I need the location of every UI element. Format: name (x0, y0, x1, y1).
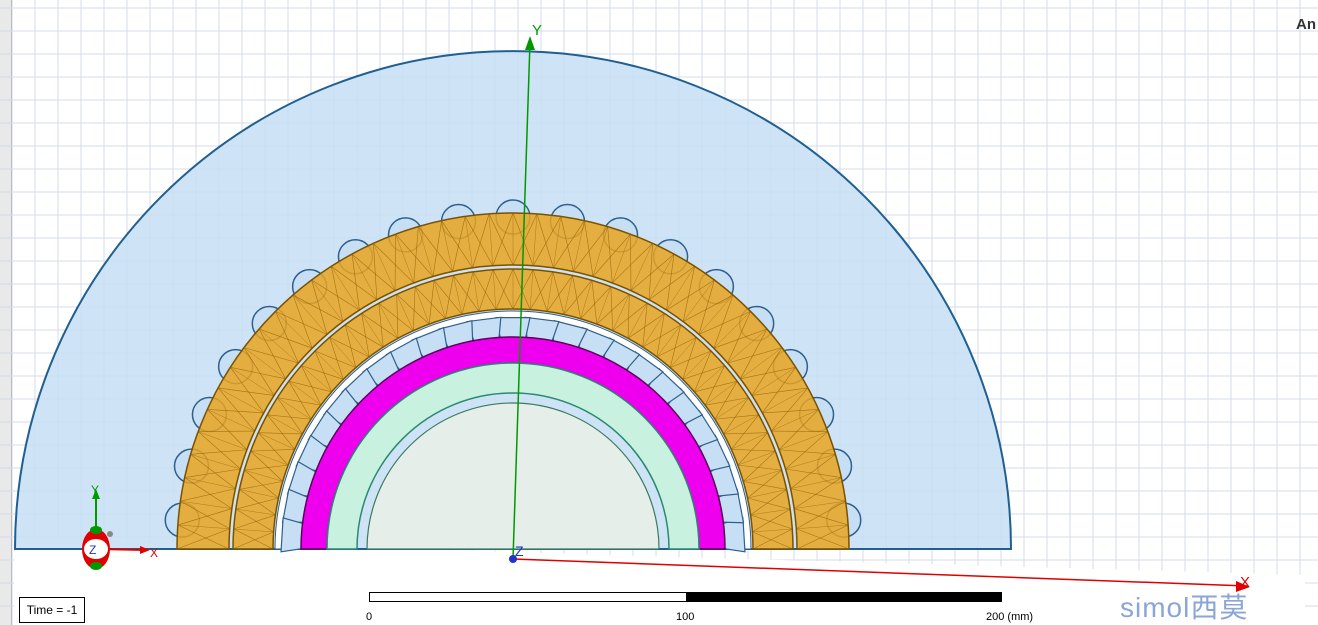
corner-label: An (1296, 16, 1316, 33)
scale-bar: 0 100 200 (mm) (366, 591, 1033, 625)
scale-tick-0: 0 (366, 611, 373, 623)
z-axis-label: Z (515, 543, 524, 559)
triad-y-label: Y (91, 483, 99, 497)
3d-model-viewport[interactable]: Y X Z Y X Z An Time = -1 0 100 200 (mm) … (0, 0, 1318, 625)
y-axis-label: Y (532, 22, 542, 39)
triad-z-label: Z (89, 543, 96, 557)
scale-bar-black-segment (686, 592, 1002, 602)
watermark-logo: simol西莫 (1120, 592, 1249, 623)
model-scene[interactable]: Y X Z Y X Z (0, 0, 1318, 625)
triad-x-label: X (150, 546, 158, 560)
scale-tick-200: 200 (mm) (986, 611, 1034, 623)
scale-bar-white-segment (369, 592, 687, 602)
scale-tick-100: 100 (676, 611, 695, 623)
time-indicator: Time = -1 (19, 597, 85, 623)
